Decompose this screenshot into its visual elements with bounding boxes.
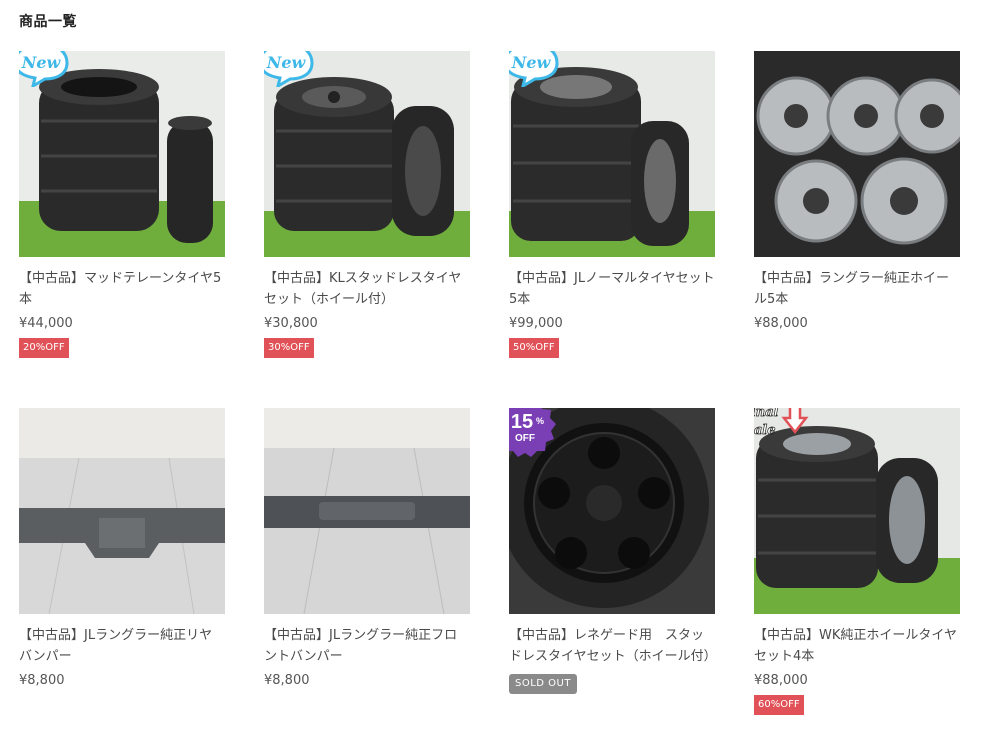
product-price: ¥88,000 xyxy=(754,673,808,688)
product-card[interactable]: 15 % OFF 【中古品】レネゲード用 スタッドレスタイヤセット（ホイール付）… xyxy=(509,408,717,694)
soldout-badge: SOLD OUT xyxy=(509,674,577,694)
product-name[interactable]: 【中古品】レネゲード用 スタッドレスタイヤセット（ホイール付） xyxy=(509,625,717,667)
product-card[interactable]: 【中古品】JLラングラー純正フロントバンパー ¥8,800 xyxy=(264,408,470,688)
svg-text:New: New xyxy=(21,53,62,72)
product-card[interactable]: 【中古品】ラングラー純正ホイール5本 ¥88,000 xyxy=(754,51,960,331)
product-price: ¥88,000 xyxy=(754,316,808,331)
discount-badge: 20%OFF xyxy=(19,338,69,358)
product-image[interactable] xyxy=(754,51,960,257)
product-image[interactable]: 15 % OFF xyxy=(509,408,715,614)
new-sticker-icon: New xyxy=(509,51,559,87)
svg-text:New: New xyxy=(266,53,307,72)
discount-badge: 60%OFF xyxy=(754,695,804,715)
product-card[interactable]: New 【中古品】KLスタッドレスタイヤセット（ホイール付） ¥30,800 3… xyxy=(264,51,470,358)
svg-text:New: New xyxy=(511,53,552,72)
new-sticker-icon: New xyxy=(19,51,69,87)
discount-badge: 30%OFF xyxy=(264,338,314,358)
product-card[interactable]: Final Sale 【中古品】WK純正ホイールタイヤセット4本 ¥88,000… xyxy=(754,408,960,715)
product-image[interactable] xyxy=(264,408,470,614)
svg-text:15: 15 xyxy=(511,411,533,433)
product-name[interactable]: 【中古品】ラングラー純正ホイール5本 xyxy=(754,268,960,310)
discount-sticker-icon: 15 % OFF xyxy=(509,408,556,457)
product-price: ¥8,800 xyxy=(264,673,310,688)
product-name[interactable]: 【中古品】マッドテレーンタイヤ5本 xyxy=(19,268,225,310)
product-image[interactable]: New xyxy=(509,51,715,257)
product-name[interactable]: 【中古品】KLスタッドレスタイヤセット（ホイール付） xyxy=(264,268,470,310)
product-image[interactable]: New xyxy=(19,51,225,257)
final-sale-sticker-icon: Final Sale xyxy=(754,408,809,438)
svg-text:OFF: OFF xyxy=(515,433,535,444)
product-name[interactable]: 【中古品】JLラングラー純正フロントバンパー xyxy=(264,625,470,667)
product-image[interactable]: New xyxy=(264,51,470,257)
product-grid: New 【中古品】マッドテレーンタイヤ5本 ¥44,000 20%OFF New… xyxy=(19,51,969,741)
discount-badge: 50%OFF xyxy=(509,338,559,358)
product-image[interactable] xyxy=(19,408,225,614)
product-price: ¥44,000 xyxy=(19,316,73,331)
product-name[interactable]: 【中古品】JLラングラー純正リヤバンパー xyxy=(19,625,225,667)
product-card[interactable]: 【中古品】JLラングラー純正リヤバンパー ¥8,800 xyxy=(19,408,225,688)
product-card[interactable]: New 【中古品】JLノーマルタイヤセット5本 ¥99,000 50%OFF xyxy=(509,51,715,358)
svg-text:%: % xyxy=(536,416,544,426)
new-sticker-icon: New xyxy=(264,51,314,87)
product-card[interactable]: New 【中古品】マッドテレーンタイヤ5本 ¥44,000 20%OFF xyxy=(19,51,225,358)
product-price: ¥30,800 xyxy=(264,316,318,331)
product-name[interactable]: 【中古品】JLノーマルタイヤセット5本 xyxy=(509,268,715,310)
product-price: ¥8,800 xyxy=(19,673,65,688)
product-image[interactable]: Final Sale xyxy=(754,408,960,614)
product-price: ¥99,000 xyxy=(509,316,563,331)
product-name[interactable]: 【中古品】WK純正ホイールタイヤセット4本 xyxy=(754,625,960,667)
svg-text:Sale: Sale xyxy=(754,423,776,438)
svg-text:Final: Final xyxy=(754,408,779,420)
page-title: 商品一覧 xyxy=(19,14,77,30)
